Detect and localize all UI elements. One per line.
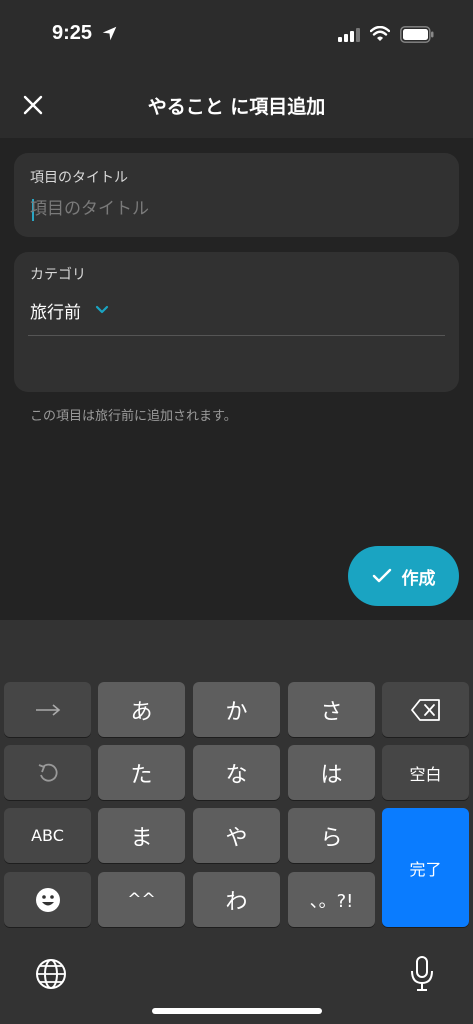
title-input[interactable]	[30, 195, 430, 223]
page-title: やること に項目追加	[147, 96, 326, 118]
emoji-icon	[35, 887, 60, 912]
title-label: 項目のタイトル	[30, 170, 128, 186]
create-button[interactable]: 作成	[348, 546, 459, 606]
header: やること に項目追加	[0, 70, 473, 138]
category-card: カテゴリ 旅行前	[14, 252, 459, 392]
key-ka[interactable]: か	[193, 682, 280, 737]
key-ha[interactable]: は	[288, 745, 375, 800]
keyboard: あ か さ た な は 空白 ABC ま や ら 完了 ^^ わ 、。?!	[0, 620, 473, 1024]
key-undo[interactable]	[4, 745, 91, 800]
cellular-signal-icon	[338, 28, 360, 42]
key-delete[interactable]	[382, 682, 469, 737]
create-button-label: 作成	[401, 568, 436, 589]
status-time: 9:25	[52, 22, 93, 44]
key-emoji[interactable]	[4, 872, 91, 927]
key-sa[interactable]: さ	[288, 682, 375, 737]
wifi-icon	[370, 26, 390, 41]
key-ma[interactable]: ま	[98, 808, 185, 863]
category-label: カテゴリ	[30, 267, 86, 283]
key-done[interactable]: 完了	[382, 808, 469, 927]
key-wa[interactable]: わ	[193, 872, 280, 927]
microphone-icon[interactable]	[410, 956, 434, 992]
arrow-right-icon	[35, 703, 60, 716]
key-ra[interactable]: ら	[288, 808, 375, 863]
key-abc[interactable]: ABC	[4, 808, 91, 863]
battery-icon	[400, 26, 434, 43]
key-ya[interactable]: や	[193, 808, 280, 863]
helper-text: この項目は旅行前に追加されます。	[30, 409, 237, 424]
key-space[interactable]: 空白	[382, 745, 469, 800]
check-icon	[372, 568, 391, 583]
key-na[interactable]: な	[193, 745, 280, 800]
category-value: 旅行前	[30, 302, 81, 323]
undo-icon	[38, 763, 58, 782]
category-select[interactable]: 旅行前	[30, 296, 109, 324]
globe-icon[interactable]	[34, 957, 68, 991]
title-card: 項目のタイトル	[14, 153, 459, 237]
key-punctuation[interactable]: 、。?!	[288, 872, 375, 927]
home-indicator	[152, 1008, 322, 1014]
key-kaomoji[interactable]: ^^	[98, 872, 185, 927]
location-arrow-icon	[102, 26, 117, 41]
key-arrow[interactable]	[4, 682, 91, 737]
chevron-down-icon	[95, 305, 109, 314]
key-ta[interactable]: た	[98, 745, 185, 800]
status-bar: 9:25	[0, 0, 473, 70]
key-a[interactable]: あ	[98, 682, 185, 737]
divider	[28, 335, 445, 336]
delete-icon	[410, 698, 440, 721]
